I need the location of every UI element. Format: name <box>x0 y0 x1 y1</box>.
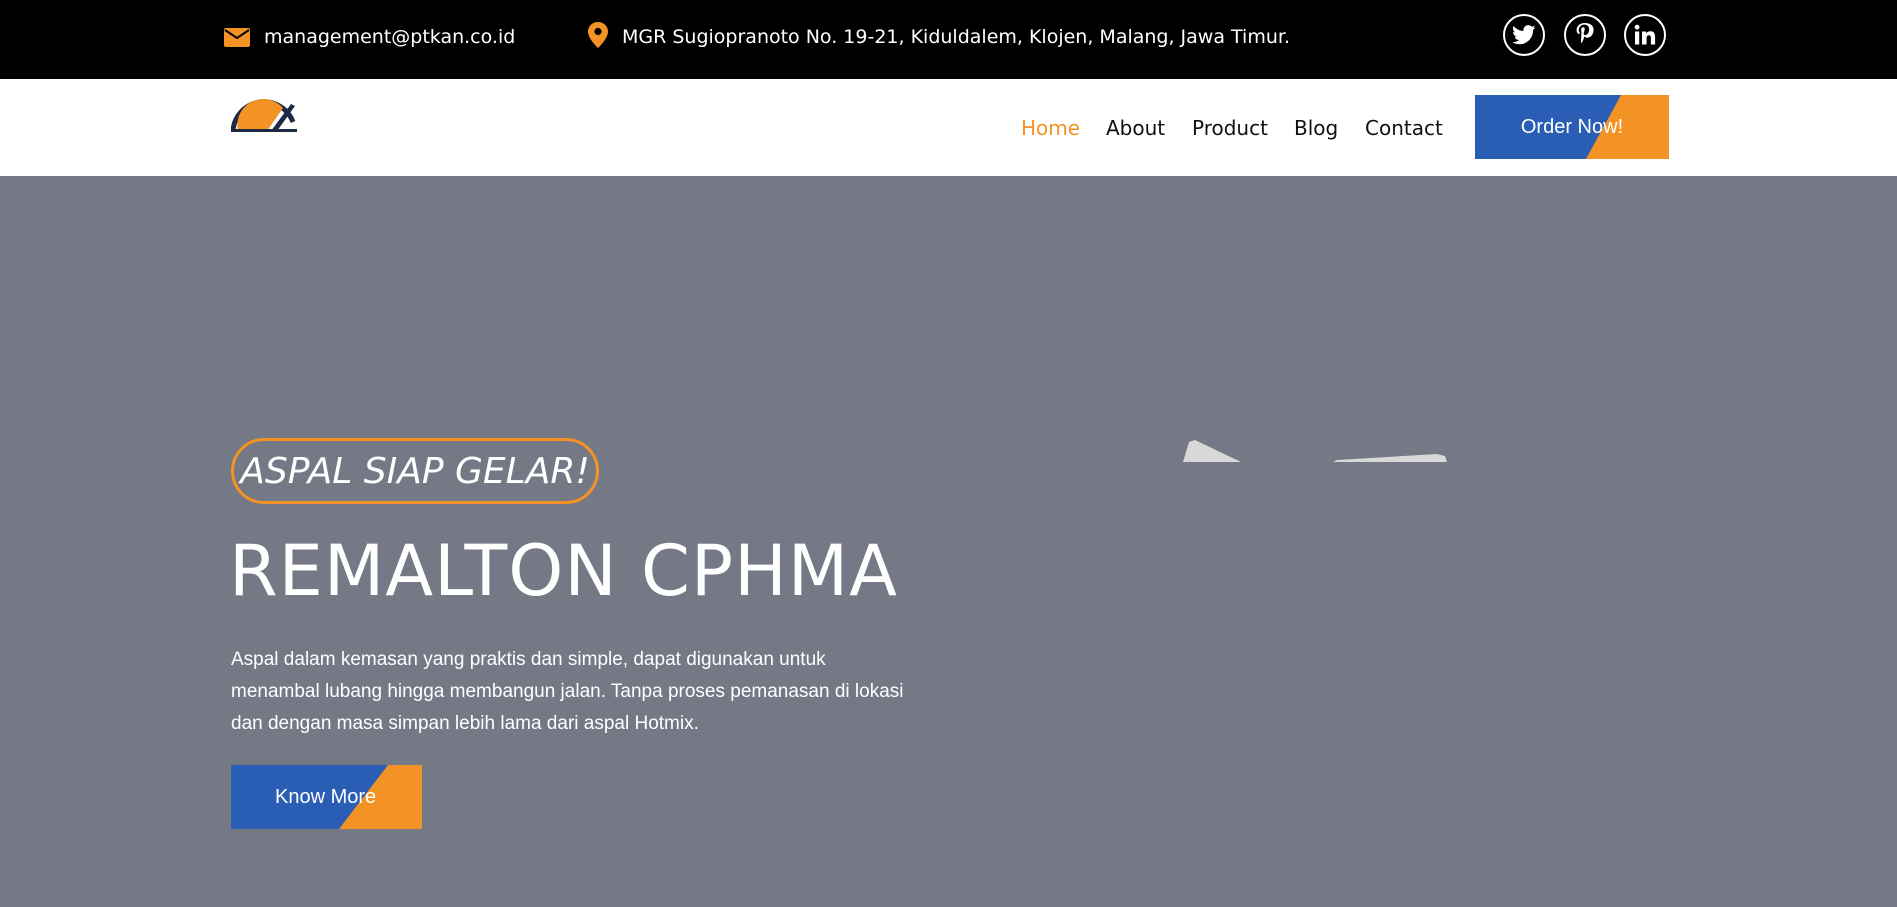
company-logo[interactable] <box>231 92 297 132</box>
hero-description: Aspal dalam kemasan yang praktis dan sim… <box>231 649 904 734</box>
address-text: MGR Sugiopranoto No. 19-21, Kiduldalem, … <box>622 26 1290 48</box>
envelope-icon <box>224 27 250 47</box>
hero-tagline: ASPAL SIAP GELAR! <box>231 438 599 504</box>
order-now-button[interactable]: Order Now! <box>1475 95 1669 159</box>
email-contact[interactable]: management@ptkan.co.id <box>224 26 515 48</box>
nav-about[interactable]: About <box>1106 116 1165 140</box>
twitter-link[interactable] <box>1503 14 1545 56</box>
top-contact-bar: management@ptkan.co.id MGR Sugiopranoto … <box>0 0 1897 79</box>
nav-product[interactable]: Product <box>1192 116 1268 140</box>
nav-home[interactable]: Home <box>1021 116 1080 140</box>
linkedin-icon <box>1634 24 1656 45</box>
nav-blog[interactable]: Blog <box>1294 116 1338 140</box>
pinterest-icon <box>1576 23 1594 44</box>
know-more-label: Know More <box>275 785 377 808</box>
map-pin-icon <box>588 22 608 48</box>
pinterest-link[interactable] <box>1564 14 1606 56</box>
order-now-label: Order Now! <box>1520 115 1624 138</box>
email-text: management@ptkan.co.id <box>264 26 516 48</box>
hero-title: REMALTON CPHMA <box>229 530 898 612</box>
know-more-button[interactable]: Know More <box>231 765 422 829</box>
twitter-icon <box>1512 25 1536 45</box>
linkedin-link[interactable] <box>1624 14 1666 56</box>
address-contact: MGR Sugiopranoto No. 19-21, Kiduldalem, … <box>588 22 1290 48</box>
hero-product-image <box>1183 440 1447 462</box>
nav-contact[interactable]: Contact <box>1365 116 1443 140</box>
